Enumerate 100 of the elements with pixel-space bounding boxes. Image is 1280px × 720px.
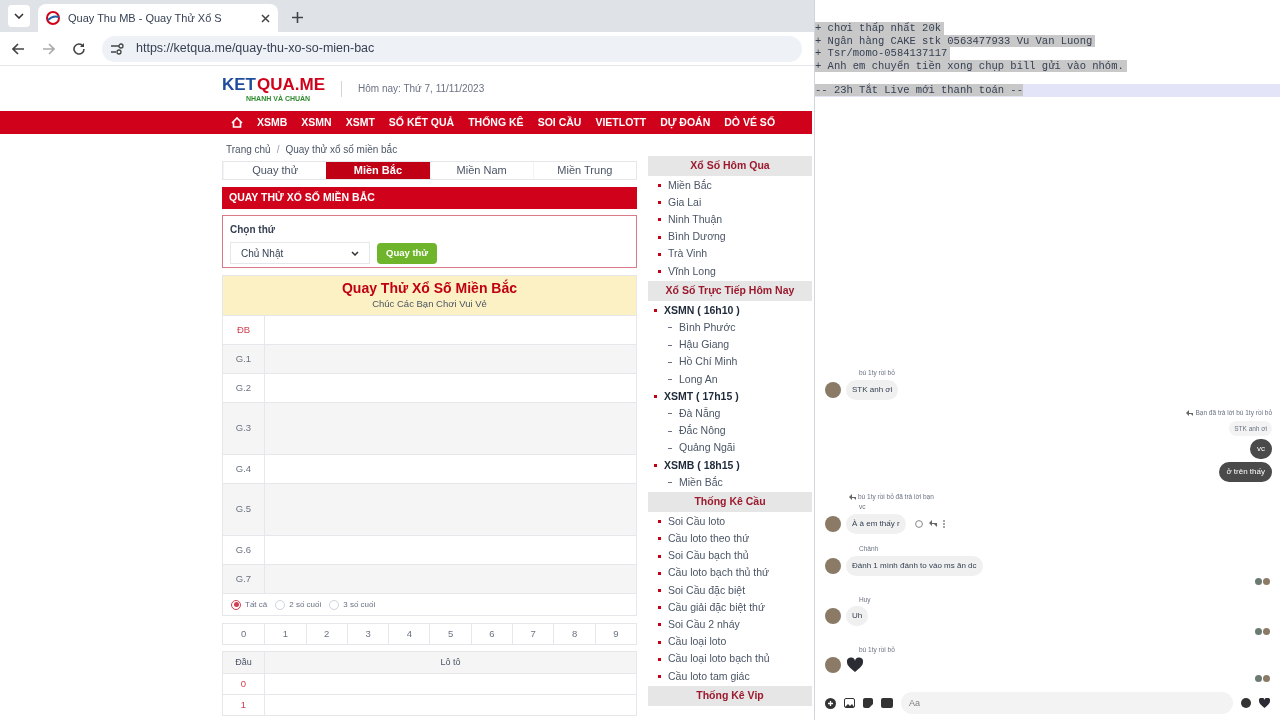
site-settings-icon [110,42,124,55]
sidebar-link[interactable]: Ninh Thuận [648,211,812,229]
nav-link[interactable]: XSMT [345,114,375,131]
date-text: Hôm nay: Thứ 7, 11/11/2023 [358,82,485,96]
sidebar-link[interactable]: Cầu loto bạch thủ thứ [648,564,812,582]
sidebar-heading: Thống Kê Vip [648,686,812,707]
section-title: QUAY THỬ XỔ SỐ MIỀN BẮC [222,187,637,209]
sidebar-link[interactable]: XSMB ( 18h15 ) [648,456,812,474]
reload-button[interactable] [72,41,86,56]
digit-button[interactable]: 5 [429,624,471,644]
home-icon [231,117,243,128]
reply-icon [849,494,856,501]
sidebar-link[interactable]: Đắc Nông [648,422,812,440]
incoming-message: STK anh ơi [846,379,899,400]
sidebar-link[interactable]: Miền Bắc [648,474,812,492]
digit-button[interactable]: 8 [553,624,595,644]
sidebar-heading: Xổ Số Hôm Qua [648,156,812,176]
prize-label: G.7 [223,565,265,593]
incoming-message: À à em thấy r [846,513,906,534]
sidebar-link[interactable]: Cầu giải đặc biệt thứ [648,599,812,617]
tab-title: Quay Thu MB - Quay Thử Xổ S [68,10,223,26]
sidebar-link[interactable]: Cầu loto theo thứ [648,530,812,548]
column-header: Đầu [223,652,265,673]
sidebar-link[interactable]: XSMN ( 16h10 ) [648,302,812,320]
sidebar-link[interactable]: Hậu Giang [648,336,812,354]
nav-link[interactable]: XSMN [301,114,332,131]
logo-text: QUA.ME [257,75,325,93]
reply-icon [1186,409,1194,416]
breadcrumb-link[interactable]: Quay thử xổ số miền bắc [285,141,398,157]
sidebar-heading: Xổ Số Trực Tiếp Hôm Nay [648,281,812,302]
digit-button[interactable]: 9 [594,624,636,644]
sidebar-link[interactable]: Long An [648,370,812,389]
gif-icon [881,698,893,708]
digit-button[interactable]: 0 [223,624,265,644]
sidebar-link[interactable]: Cầu loại loto bạch thủ [648,650,812,668]
breadcrumb-link[interactable]: Trang chủ [226,141,271,157]
heart-icon [1259,698,1270,708]
sidebar-heading: Thống Kê Cầu [648,492,812,513]
chevron-down-icon [14,13,24,19]
address-bar[interactable]: https://ketqua.me/quay-thu-xo-so-mien-bac [102,35,802,62]
sidebar-link[interactable]: Vĩnh Long [648,262,812,281]
sidebar-link[interactable]: Bình Phước [648,319,812,337]
reply-icon [928,520,937,528]
sidebar-link[interactable]: Soi Cầu đặc biệt [648,581,812,600]
chevron-down-icon [351,250,359,256]
sidebar-link[interactable]: Quảng Ngãi [648,439,812,457]
outgoing-message: ở trên thấy [1219,462,1272,483]
sidebar-link[interactable]: Soi Cầu bạch thủ [648,547,812,565]
nav-link[interactable]: DÒ VÉ SỐ [724,114,776,131]
results-subtitle: Chúc Các Bạn Chơi Vui Vẻ [372,297,487,312]
breadcrumb-separator: / [276,142,280,157]
digit-button[interactable]: 4 [388,624,430,644]
reload-icon [72,42,85,55]
arrow-right-icon [42,42,55,55]
nav-link[interactable]: VIETLOTT [595,114,647,131]
sidebar-link[interactable]: Soi Cầu 2 nháy [648,616,812,634]
sidebar-link[interactable]: Cầu loto tam giác [648,667,812,686]
weekday-select[interactable]: Chủ Nhật [230,242,370,264]
nav-link[interactable]: SỐ KẾT QUẢ [388,114,455,131]
avatar [825,381,841,398]
browser-tab[interactable]: Quay Thu MB - Quay Thử Xổ S [38,4,278,32]
region-tab[interactable]: Miền Bắc [326,162,430,179]
digit-button[interactable]: 1 [264,624,306,644]
digit-button[interactable]: 6 [470,624,513,644]
plus-icon [291,11,303,23]
image-icon [844,698,855,708]
filter-radio[interactable]: 2 số cuối [275,598,322,611]
sidebar-link[interactable]: Miền Bắc [648,177,812,195]
sidebar-link[interactable]: Cầu loại loto [648,633,812,651]
head-digit: 1 [223,695,265,715]
filter-radio[interactable]: Tất cả [231,598,268,611]
digit-button[interactable]: 3 [346,624,389,644]
sidebar-link[interactable]: Hồ Chí Minh [648,353,812,371]
incoming-message: Uh [846,606,869,627]
logo-text: KET [222,75,257,93]
back-button[interactable] [12,41,26,56]
sidebar-link[interactable]: Trà Vinh [648,245,812,263]
emoji-icon [1241,698,1251,708]
head-digit: 0 [223,674,265,694]
digit-button[interactable]: 2 [305,624,347,644]
filter-radio[interactable]: 3 số cuối [329,598,376,611]
avatar [825,557,841,574]
sidebar-link[interactable]: Đà Nẵng [648,405,812,423]
sidebar-link[interactable]: Gia Lai [648,194,812,212]
nav-link[interactable]: THỐNG KÊ [468,114,524,131]
digit-button[interactable]: 7 [512,624,554,644]
sidebar-link[interactable]: Bình Dương [648,228,812,246]
sidebar-link[interactable]: Soi Cầu loto [648,513,812,531]
message-input[interactable]: Aa [901,692,1233,714]
results-title: Quay Thử Xổ Số Miền Bắc [341,279,518,298]
avatar [825,608,841,625]
nav-link[interactable]: DỰ ĐOÁN [660,114,711,131]
more-options-icon [942,519,945,528]
tab-list-button[interactable] [8,5,30,27]
url-text: https://ketqua.me/quay-thu-xo-so-mien-bac [136,40,375,58]
sidebar-link[interactable]: XSMT ( 17h15 ) [648,388,812,406]
nav-link[interactable]: XSMB [257,114,288,131]
avatar [825,657,841,673]
sticker-icon [863,698,873,708]
nav-link[interactable]: SOI CẦU [537,114,582,131]
